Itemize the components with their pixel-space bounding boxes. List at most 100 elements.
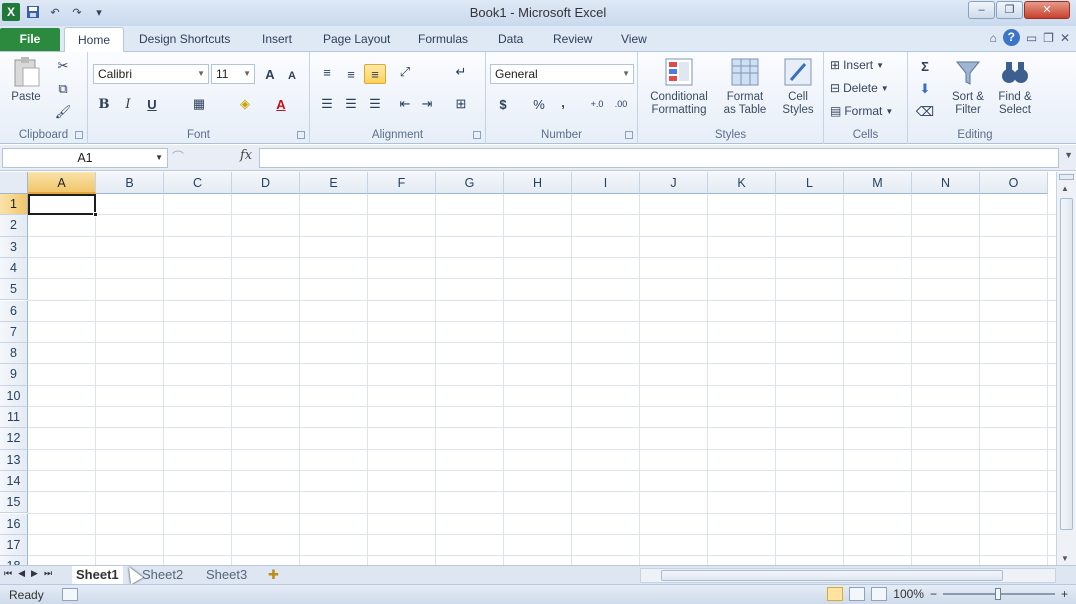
page-break-view-icon[interactable]: [871, 587, 888, 601]
row-header-5[interactable]: 5: [0, 279, 28, 301]
shrink-font-button[interactable]: A: [281, 66, 303, 86]
next-sheet-icon[interactable]: ▶: [31, 568, 38, 579]
delete-cells-button[interactable]: ⊟ Delete ▼: [830, 81, 889, 95]
tab-review[interactable]: Review: [553, 30, 592, 52]
scroll-up-icon[interactable]: ▲: [1061, 184, 1069, 193]
clipboard-launcher-icon[interactable]: [75, 131, 83, 139]
paste-button[interactable]: Paste: [6, 56, 46, 104]
alignment-launcher-icon[interactable]: [473, 131, 481, 139]
vertical-scrollbar[interactable]: ▲ ▼: [1056, 172, 1076, 565]
currency-button[interactable]: $: [492, 94, 514, 114]
insert-function-button[interactable]: fx: [240, 148, 252, 163]
percent-button[interactable]: %: [528, 94, 550, 114]
row-header-6[interactable]: 6: [0, 300, 28, 322]
sort-filter-button[interactable]: Sort & Filter: [946, 56, 990, 117]
row-header-1[interactable]: 1: [0, 194, 28, 216]
tab-view[interactable]: View: [621, 30, 647, 52]
minimize-ribbon-icon[interactable]: ⌂: [990, 31, 997, 45]
row-header-12[interactable]: 12: [0, 428, 28, 450]
conditional-formatting-button[interactable]: Conditional Formatting: [644, 56, 714, 117]
find-select-button[interactable]: Find & Select: [992, 56, 1038, 117]
sheet-tab-2[interactable]: Sheet2: [142, 566, 183, 584]
macro-record-icon[interactable]: [62, 588, 78, 601]
column-header-l[interactable]: L: [776, 172, 844, 194]
tab-insert[interactable]: Insert: [262, 30, 292, 52]
column-header-k[interactable]: K: [708, 172, 776, 194]
merge-center-icon[interactable]: ⊞: [450, 94, 472, 114]
column-header-h[interactable]: H: [504, 172, 572, 194]
font-name-select[interactable]: Calibri ▼: [93, 64, 209, 84]
increase-indent-icon[interactable]: ⇥: [416, 94, 438, 114]
zoom-slider[interactable]: [942, 588, 1055, 600]
split-box[interactable]: [1059, 174, 1074, 180]
tab-design-shortcuts[interactable]: Design Shortcuts: [139, 30, 230, 52]
row-header-17[interactable]: 17: [0, 534, 28, 557]
last-sheet-icon[interactable]: ⏭: [44, 568, 52, 579]
worksheet-grid[interactable]: A B C D E F G H I J K L M N O 1 2 3 4 5 6 7 8 9 10 11 12 13 14 15 16 17…: [0, 172, 1056, 565]
first-sheet-icon[interactable]: ⏮: [4, 568, 12, 579]
fill-color-icon[interactable]: ◈: [234, 94, 256, 114]
number-launcher-icon[interactable]: [625, 131, 633, 139]
row-header-18[interactable]: 18: [0, 556, 28, 565]
minimize-button[interactable]: –: [968, 1, 995, 19]
row-header-14[interactable]: 14: [0, 470, 28, 493]
column-header-a[interactable]: A: [28, 172, 96, 194]
row-header-7[interactable]: 7: [0, 321, 28, 344]
font-color-button[interactable]: A: [270, 94, 292, 114]
select-all-corner[interactable]: [0, 172, 28, 194]
copy-icon[interactable]: ⧉: [52, 79, 74, 99]
fill-handle[interactable]: [93, 212, 98, 217]
tab-page-layout[interactable]: Page Layout: [323, 30, 390, 52]
row-header-8[interactable]: 8: [0, 343, 28, 365]
column-header-f[interactable]: F: [368, 172, 436, 194]
tab-file[interactable]: File: [0, 28, 60, 51]
row-header-3[interactable]: 3: [0, 236, 28, 258]
doc-close-icon[interactable]: ✕: [1060, 31, 1070, 45]
clear-icon[interactable]: ⌫: [914, 102, 936, 122]
column-header-g[interactable]: G: [436, 172, 504, 194]
restore-button[interactable]: ❐: [996, 1, 1023, 19]
zoom-slider-knob[interactable]: [994, 588, 1001, 600]
column-header-c[interactable]: C: [164, 172, 232, 194]
italic-button[interactable]: I: [117, 94, 139, 114]
row-header-11[interactable]: 11: [0, 407, 28, 429]
sheet-tab-3[interactable]: Sheet3: [206, 566, 247, 584]
column-header-n[interactable]: N: [912, 172, 980, 194]
format-as-table-button[interactable]: Format as Table: [716, 56, 774, 117]
tab-home[interactable]: Home: [64, 27, 124, 53]
zoom-in-button[interactable]: +: [1061, 587, 1068, 601]
decrease-indent-icon[interactable]: ⇤: [394, 94, 416, 114]
column-header-j[interactable]: J: [640, 172, 708, 194]
prev-sheet-icon[interactable]: ◀: [18, 568, 25, 579]
horizontal-scroll-thumb[interactable]: [661, 570, 1003, 581]
top-align-icon[interactable]: ≡: [316, 62, 338, 82]
zoom-out-button[interactable]: −: [930, 587, 937, 601]
tab-data[interactable]: Data: [498, 30, 523, 52]
row-header-10[interactable]: 10: [0, 385, 28, 407]
column-header-m[interactable]: M: [844, 172, 912, 194]
fill-icon[interactable]: ⬇: [914, 79, 936, 99]
zoom-level[interactable]: 100%: [893, 587, 924, 601]
middle-align-icon[interactable]: ≡: [340, 64, 362, 84]
bold-button[interactable]: B: [93, 94, 115, 114]
vertical-scroll-thumb[interactable]: [1060, 198, 1073, 530]
wrap-text-icon[interactable]: ↵: [450, 62, 472, 82]
insert-sheet-icon[interactable]: ✚: [268, 566, 279, 584]
orientation-icon[interactable]: ⤢: [394, 62, 416, 82]
active-cell[interactable]: [28, 194, 98, 217]
borders-icon[interactable]: ▦: [188, 94, 210, 114]
number-format-select[interactable]: General ▼: [490, 64, 634, 84]
row-header-13[interactable]: 13: [0, 449, 28, 471]
tab-formulas[interactable]: Formulas: [418, 30, 468, 52]
font-launcher-icon[interactable]: [297, 131, 305, 139]
page-layout-view-icon[interactable]: [849, 587, 866, 601]
help-icon[interactable]: ?: [1002, 29, 1020, 46]
format-cells-button[interactable]: ▤ Format ▼: [830, 104, 893, 118]
doc-minimize-icon[interactable]: ▭: [1026, 31, 1037, 45]
close-button[interactable]: ✕: [1024, 1, 1070, 19]
comma-button[interactable]: ,: [552, 92, 574, 112]
cell-styles-button[interactable]: Cell Styles: [776, 56, 820, 117]
align-center-icon[interactable]: ☰: [340, 94, 362, 114]
underline-button[interactable]: U: [141, 94, 163, 114]
autosum-button[interactable]: Σ: [914, 56, 936, 76]
